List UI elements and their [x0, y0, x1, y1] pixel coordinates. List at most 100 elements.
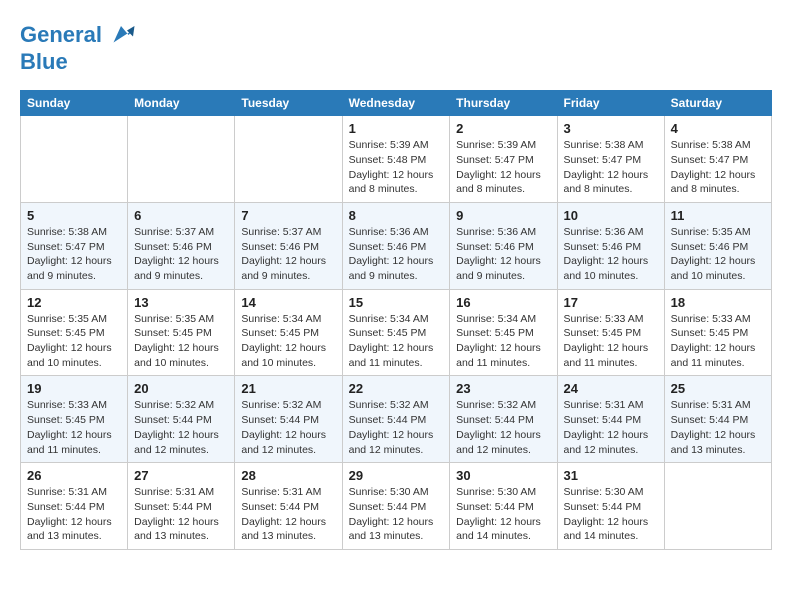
calendar-day-3: 3Sunrise: 5:38 AM Sunset: 5:47 PM Daylig…	[557, 116, 664, 203]
calendar-day-18: 18 Sunrise: 5:33 AM Sunset: 5:45 PM Dayli…	[664, 289, 771, 376]
day-number: 13	[134, 295, 228, 310]
day-number: 25	[671, 381, 765, 396]
day-number: 21	[241, 381, 335, 396]
calendar-empty-cell	[235, 116, 342, 203]
logo-text-blue: Blue	[20, 50, 136, 74]
day-info: Sunrise: 5:31 AM Sunset: 5:44 PM Dayligh…	[671, 398, 765, 457]
calendar-day-16: 16Sunrise: 5:34 AM Sunset: 5:45 PM Dayli…	[450, 289, 557, 376]
calendar-day-31: 31Sunrise: 5:30 AM Sunset: 5:44 PM Dayli…	[557, 463, 664, 550]
day-number: 28	[241, 468, 335, 483]
day-info: Sunrise: 5:36 AM Sunset: 5:46 PM Dayligh…	[456, 225, 550, 284]
calendar-day-12: 12 Sunrise: 5:35 AM Sunset: 5:45 PM Dayli…	[21, 289, 128, 376]
calendar-day-17: 17 Sunrise: 5:33 AM Sunset: 5:45 PM Dayli…	[557, 289, 664, 376]
weekday-header-monday: Monday	[128, 91, 235, 116]
day-number: 15	[349, 295, 444, 310]
day-info: Sunrise: 5:30 AM Sunset: 5:44 PM Dayligh…	[564, 485, 658, 544]
day-number: 3	[564, 121, 658, 136]
day-number: 17	[564, 295, 658, 310]
day-info: Sunrise: 5:32 AM Sunset: 5:44 PM Dayligh…	[134, 398, 228, 457]
calendar-day-19: 19 Sunrise: 5:33 AM Sunset: 5:45 PM Dayli…	[21, 376, 128, 463]
calendar-day-13: 13 Sunrise: 5:35 AM Sunset: 5:45 PM Dayli…	[128, 289, 235, 376]
day-number: 27	[134, 468, 228, 483]
day-number: 11	[671, 208, 765, 223]
logo: General Blue	[20, 20, 136, 74]
day-info: Sunrise: 5:36 AM Sunset: 5:46 PM Dayligh…	[349, 225, 444, 284]
day-info: Sunrise: 5:36 AM Sunset: 5:46 PM Dayligh…	[564, 225, 658, 284]
day-number: 5	[27, 208, 121, 223]
calendar-day-26: 26 Sunrise: 5:31 AM Sunset: 5:44 PM Dayli…	[21, 463, 128, 550]
calendar-day-24: 24 Sunrise: 5:31 AM Sunset: 5:44 PM Dayli…	[557, 376, 664, 463]
calendar-day-20: 20Sunrise: 5:32 AM Sunset: 5:44 PM Dayli…	[128, 376, 235, 463]
weekday-header-wednesday: Wednesday	[342, 91, 450, 116]
day-number: 26	[27, 468, 121, 483]
day-number: 12	[27, 295, 121, 310]
day-info: Sunrise: 5:39 AM Sunset: 5:47 PM Dayligh…	[456, 138, 550, 197]
day-number: 8	[349, 208, 444, 223]
logo-icon	[106, 20, 136, 50]
day-number: 18	[671, 295, 765, 310]
calendar-day-23: 23Sunrise: 5:32 AM Sunset: 5:44 PM Dayli…	[450, 376, 557, 463]
weekday-header-saturday: Saturday	[664, 91, 771, 116]
day-number: 22	[349, 381, 444, 396]
calendar-day-5: 5 Sunrise: 5:38 AM Sunset: 5:47 PM Daylig…	[21, 202, 128, 289]
day-info: Sunrise: 5:32 AM Sunset: 5:44 PM Dayligh…	[241, 398, 335, 457]
calendar-day-9: 9 Sunrise: 5:36 AM Sunset: 5:46 PM Daylig…	[450, 202, 557, 289]
day-info: Sunrise: 5:33 AM Sunset: 5:45 PM Dayligh…	[564, 312, 658, 371]
day-info: Sunrise: 5:39 AM Sunset: 5:48 PM Dayligh…	[349, 138, 444, 197]
calendar-day-30: 30 Sunrise: 5:30 AM Sunset: 5:44 PM Dayli…	[450, 463, 557, 550]
calendar-day-28: 28 Sunrise: 5:31 AM Sunset: 5:44 PM Dayli…	[235, 463, 342, 550]
day-number: 19	[27, 381, 121, 396]
calendar-day-1: 1Sunrise: 5:39 AM Sunset: 5:48 PM Daylig…	[342, 116, 450, 203]
day-number: 7	[241, 208, 335, 223]
calendar-week-row: 19 Sunrise: 5:33 AM Sunset: 5:45 PM Dayli…	[21, 376, 772, 463]
calendar-empty-cell	[664, 463, 771, 550]
weekday-header-sunday: Sunday	[21, 91, 128, 116]
day-info: Sunrise: 5:38 AM Sunset: 5:47 PM Dayligh…	[27, 225, 121, 284]
day-info: Sunrise: 5:31 AM Sunset: 5:44 PM Dayligh…	[27, 485, 121, 544]
calendar-week-row: 12 Sunrise: 5:35 AM Sunset: 5:45 PM Dayli…	[21, 289, 772, 376]
day-info: Sunrise: 5:33 AM Sunset: 5:45 PM Dayligh…	[671, 312, 765, 371]
day-number: 23	[456, 381, 550, 396]
calendar-empty-cell	[128, 116, 235, 203]
weekday-header-tuesday: Tuesday	[235, 91, 342, 116]
calendar-day-4: 4Sunrise: 5:38 AM Sunset: 5:47 PM Daylig…	[664, 116, 771, 203]
day-number: 9	[456, 208, 550, 223]
calendar-day-8: 8 Sunrise: 5:36 AM Sunset: 5:46 PM Daylig…	[342, 202, 450, 289]
calendar-day-15: 15 Sunrise: 5:34 AM Sunset: 5:45 PM Dayli…	[342, 289, 450, 376]
calendar-week-row: 26 Sunrise: 5:31 AM Sunset: 5:44 PM Dayli…	[21, 463, 772, 550]
day-info: Sunrise: 5:34 AM Sunset: 5:45 PM Dayligh…	[349, 312, 444, 371]
day-number: 30	[456, 468, 550, 483]
day-info: Sunrise: 5:30 AM Sunset: 5:44 PM Dayligh…	[349, 485, 444, 544]
calendar-day-27: 27 Sunrise: 5:31 AM Sunset: 5:44 PM Dayli…	[128, 463, 235, 550]
calendar-header-row: SundayMondayTuesdayWednesdayThursdayFrid…	[21, 91, 772, 116]
day-number: 10	[564, 208, 658, 223]
day-info: Sunrise: 5:35 AM Sunset: 5:45 PM Dayligh…	[134, 312, 228, 371]
calendar-day-14: 14 Sunrise: 5:34 AM Sunset: 5:45 PM Dayli…	[235, 289, 342, 376]
day-info: Sunrise: 5:34 AM Sunset: 5:45 PM Dayligh…	[241, 312, 335, 371]
day-info: Sunrise: 5:38 AM Sunset: 5:47 PM Dayligh…	[671, 138, 765, 197]
day-info: Sunrise: 5:37 AM Sunset: 5:46 PM Dayligh…	[134, 225, 228, 284]
day-info: Sunrise: 5:31 AM Sunset: 5:44 PM Dayligh…	[134, 485, 228, 544]
calendar-day-10: 10 Sunrise: 5:36 AM Sunset: 5:46 PM Dayli…	[557, 202, 664, 289]
calendar-day-7: 7 Sunrise: 5:37 AM Sunset: 5:46 PM Daylig…	[235, 202, 342, 289]
calendar-table: SundayMondayTuesdayWednesdayThursdayFrid…	[20, 90, 772, 550]
day-info: Sunrise: 5:35 AM Sunset: 5:45 PM Dayligh…	[27, 312, 121, 371]
day-info: Sunrise: 5:35 AM Sunset: 5:46 PM Dayligh…	[671, 225, 765, 284]
page-header: General Blue	[20, 20, 772, 74]
day-number: 14	[241, 295, 335, 310]
day-number: 24	[564, 381, 658, 396]
day-info: Sunrise: 5:34 AM Sunset: 5:45 PM Dayligh…	[456, 312, 550, 371]
weekday-header-thursday: Thursday	[450, 91, 557, 116]
calendar-day-2: 2 Sunrise: 5:39 AM Sunset: 5:47 PM Daylig…	[450, 116, 557, 203]
calendar-day-22: 22Sunrise: 5:32 AM Sunset: 5:44 PM Dayli…	[342, 376, 450, 463]
day-info: Sunrise: 5:33 AM Sunset: 5:45 PM Dayligh…	[27, 398, 121, 457]
day-info: Sunrise: 5:30 AM Sunset: 5:44 PM Dayligh…	[456, 485, 550, 544]
weekday-header-friday: Friday	[557, 91, 664, 116]
calendar-week-row: 5 Sunrise: 5:38 AM Sunset: 5:47 PM Daylig…	[21, 202, 772, 289]
day-info: Sunrise: 5:31 AM Sunset: 5:44 PM Dayligh…	[241, 485, 335, 544]
calendar-day-25: 25 Sunrise: 5:31 AM Sunset: 5:44 PM Dayli…	[664, 376, 771, 463]
day-number: 2	[456, 121, 550, 136]
day-info: Sunrise: 5:37 AM Sunset: 5:46 PM Dayligh…	[241, 225, 335, 284]
day-info: Sunrise: 5:31 AM Sunset: 5:44 PM Dayligh…	[564, 398, 658, 457]
calendar-day-21: 21 Sunrise: 5:32 AM Sunset: 5:44 PM Dayli…	[235, 376, 342, 463]
